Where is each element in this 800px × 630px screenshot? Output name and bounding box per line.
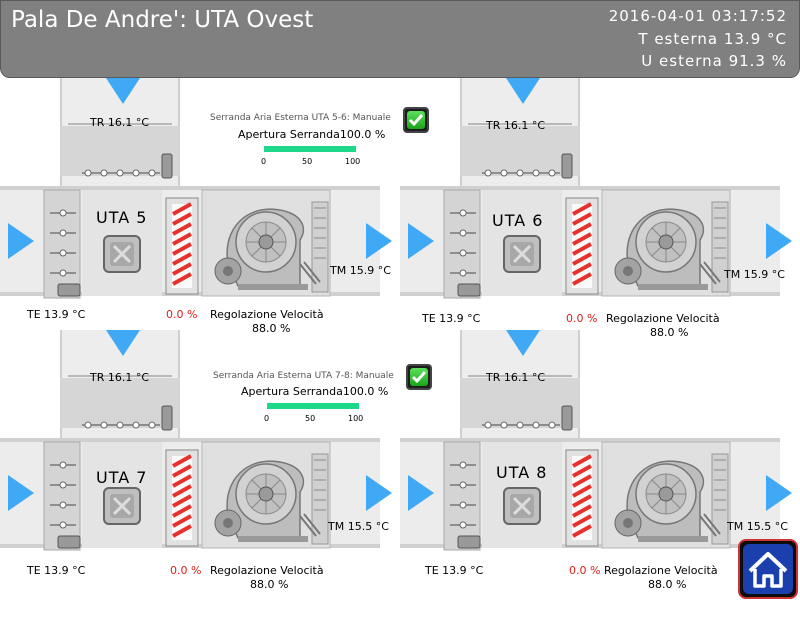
return-temperature: TR 16.1 °C (486, 119, 546, 132)
damper-bar-fill (264, 146, 356, 152)
damper-title: Serranda Aria Esterna UTA 5-6: Manuale (210, 113, 391, 123)
speed-regulation-label: Regolazione Velocità (210, 308, 324, 321)
uta-name: UTA 7 (96, 468, 148, 487)
external-air-temperature: TE 13.9 °C (422, 312, 481, 325)
damper-manual-toggle[interactable] (406, 364, 432, 390)
damper-bar-fill (267, 403, 359, 409)
speed-regulation-value: 88.0 % (250, 578, 289, 591)
uta-name: UTA 8 (496, 463, 548, 482)
damper-bar (267, 403, 359, 409)
return-temperature: TR 16.1 °C (90, 116, 150, 129)
supply-temperature: TM 15.9 °C (330, 264, 391, 277)
check-icon (411, 371, 427, 384)
damper-title: Serranda Aria Esterna UTA 7-8: Manuale (213, 371, 394, 381)
speed-regulation-value: 88.0 % (648, 578, 687, 591)
heating-valve-percent: 0.0 % (566, 312, 598, 325)
datetime: 2016-04-01 03:17:52 (608, 7, 787, 25)
damper-scale-0: 0 (264, 414, 270, 423)
damper-scale-100: 100 (345, 157, 361, 166)
heating-valve-percent: 0.0 % (170, 564, 202, 577)
return-temperature: TR 16.1 °C (90, 371, 150, 384)
external-air-temperature: TE 13.9 °C (27, 308, 86, 321)
header-bar: Pala De Andre': UTA Ovest 2016-04-01 03:… (0, 0, 800, 78)
heating-valve-percent: 0.0 % (569, 564, 601, 577)
supply-temperature: TM 15.5 °C (727, 520, 788, 533)
external-humidity: U esterna 91.3 % (641, 52, 787, 70)
damper-bar (264, 146, 356, 152)
speed-regulation-label: Regolazione Velocità (210, 564, 324, 577)
external-air-temperature: TE 13.9 °C (425, 564, 484, 577)
speed-regulation-label: Regolazione Velocità (606, 312, 720, 325)
uta-name: UTA 6 (492, 211, 544, 230)
home-icon (748, 552, 788, 588)
home-button[interactable] (738, 539, 798, 599)
damper-scale-50: 50 (305, 414, 316, 423)
heating-valve-percent: 0.0 % (166, 308, 198, 321)
external-temperature: T esterna 13.9 °C (638, 30, 787, 48)
speed-regulation-label: Regolazione Velocità (604, 564, 718, 577)
damper-scale-0: 0 (261, 157, 267, 166)
damper-scale-100: 100 (348, 414, 364, 423)
damper-opening: Apertura Serranda100.0 % (238, 128, 386, 141)
supply-temperature: TM 15.9 °C (724, 268, 785, 281)
uta-name: UTA 5 (96, 208, 148, 227)
external-air-temperature: TE 13.9 °C (27, 564, 86, 577)
page-title: Pala De Andre': UTA Ovest (11, 7, 314, 33)
supply-temperature: TM 15.5 °C (328, 520, 389, 533)
damper-scale-50: 50 (302, 157, 313, 166)
return-temperature: TR 16.1 °C (486, 371, 546, 384)
damper-manual-toggle[interactable] (403, 107, 429, 133)
damper-opening: Apertura Serranda100.0 % (241, 385, 389, 398)
check-icon (408, 114, 424, 127)
